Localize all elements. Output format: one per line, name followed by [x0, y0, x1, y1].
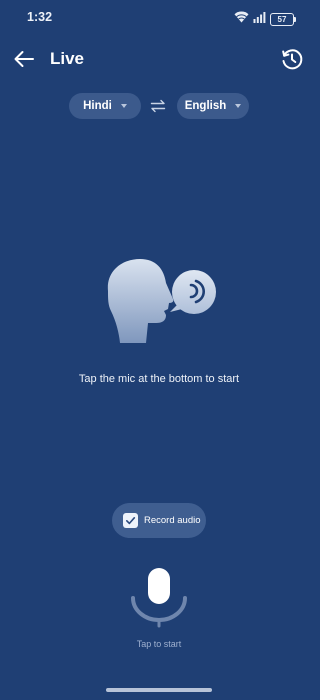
record-audio-toggle[interactable]: Record audio [112, 503, 206, 538]
mic-button[interactable] [129, 566, 189, 630]
wifi-icon [234, 10, 249, 28]
chevron-down-icon [120, 104, 127, 108]
tap-to-start-label: Tap to start [136, 639, 182, 649]
signal-icon [253, 10, 266, 28]
source-language-label: Hindi [83, 100, 112, 112]
status-bar: 1:32 57 [0, 0, 318, 34]
home-indicator[interactable] [106, 688, 212, 692]
mic-icon [131, 568, 187, 628]
history-button[interactable] [279, 46, 305, 72]
swap-languages-button[interactable] [150, 98, 166, 114]
status-time: 1:32 [27, 10, 53, 24]
speaking-head-illustration [100, 255, 220, 345]
source-language-dropdown[interactable]: Hindi [69, 93, 141, 119]
speaking-head-icon [107, 259, 216, 343]
app-bar: Live [0, 40, 318, 78]
page-title: Live [50, 49, 85, 68]
target-language-dropdown[interactable]: English [177, 93, 249, 119]
swap-arrows-icon [150, 99, 166, 113]
instruction-text: Tap the mic at the bottom to start [78, 373, 240, 385]
chevron-down-icon [235, 104, 242, 108]
record-audio-label: Record audio [144, 515, 201, 526]
battery-icon: 57 [270, 12, 296, 26]
back-button[interactable] [12, 47, 36, 71]
arrow-left-icon [14, 51, 34, 67]
checkmark-icon [126, 517, 136, 525]
language-selector: Hindi English [0, 93, 318, 119]
status-icons: 57 [234, 10, 296, 28]
history-icon [282, 49, 303, 70]
record-audio-checkbox[interactable] [123, 513, 138, 528]
target-language-label: English [184, 100, 227, 112]
